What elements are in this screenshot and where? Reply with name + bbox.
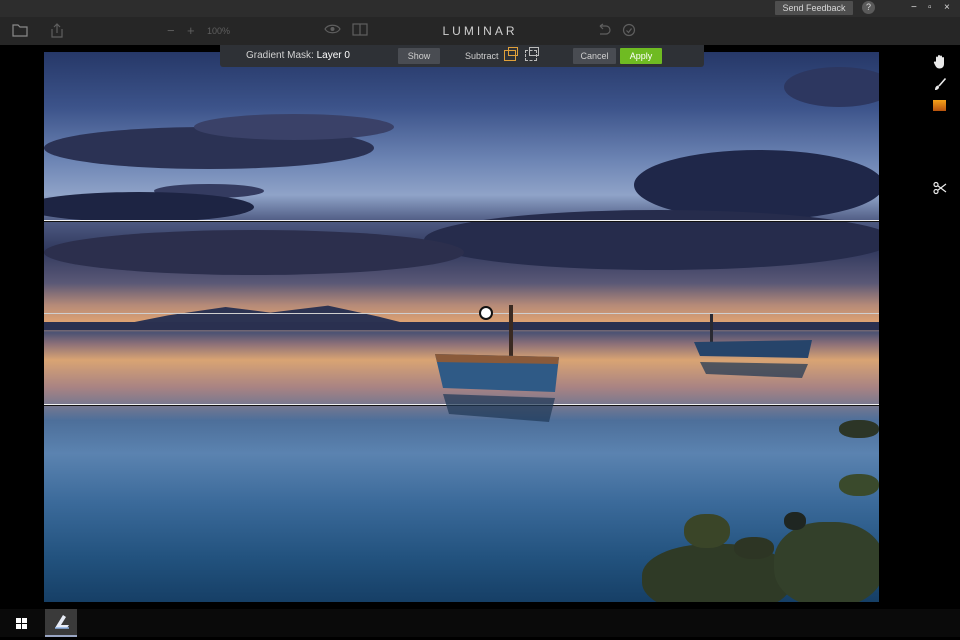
rock — [784, 512, 806, 530]
send-feedback-button[interactable]: Send Feedback — [775, 1, 853, 15]
subtract-label: Subtract — [465, 51, 499, 61]
undo-icon[interactable] — [596, 23, 611, 40]
cloud — [424, 210, 879, 270]
rock — [839, 420, 879, 438]
cancel-button[interactable]: Cancel — [573, 48, 616, 64]
cloud — [44, 230, 464, 275]
history-icon[interactable] — [622, 23, 636, 41]
gradient-mask-bar: Gradient Mask: Layer 0 Show Subtract Can… — [220, 45, 704, 67]
boat-center — [435, 305, 559, 422]
rock — [839, 474, 879, 496]
windows-start-icon[interactable] — [16, 618, 27, 629]
add-mode-icon[interactable] — [525, 47, 539, 61]
rock — [774, 522, 879, 602]
mask-layer-name: Layer 0 — [316, 50, 350, 61]
scissors-icon[interactable] — [931, 181, 948, 197]
title-bar: Send Feedback ? − ▫ × — [0, 0, 960, 17]
apply-button[interactable]: Apply — [620, 48, 662, 64]
gradient-icon[interactable] — [933, 100, 946, 111]
gradient-top-line-shadow — [44, 221, 879, 222]
show-button[interactable]: Show — [398, 48, 440, 64]
help-button[interactable]: ? — [862, 1, 875, 14]
photo-canvas[interactable] — [44, 52, 879, 602]
windows-taskbar — [0, 609, 960, 637]
hand-icon[interactable] — [931, 54, 948, 70]
close-button[interactable]: × — [944, 2, 950, 14]
minimize-button[interactable]: − — [911, 2, 917, 14]
boat-right — [694, 314, 812, 378]
mask-title: Gradient Mask: Layer 0 — [246, 45, 350, 67]
subtract-mode-icon[interactable] — [504, 47, 518, 61]
rock — [734, 537, 774, 559]
cloud — [44, 192, 254, 222]
cloud — [784, 67, 879, 107]
brush-icon[interactable] — [931, 77, 948, 93]
mask-title-prefix: Gradient Mask: — [246, 50, 314, 61]
rock — [684, 514, 730, 548]
maximize-button[interactable]: ▫ — [928, 2, 932, 14]
toolbar: − + 100% LUMINAR — [0, 17, 960, 45]
luminar-app-icon[interactable] — [45, 609, 77, 637]
cloud — [194, 114, 394, 140]
app-logo: LUMINAR — [442, 24, 518, 38]
